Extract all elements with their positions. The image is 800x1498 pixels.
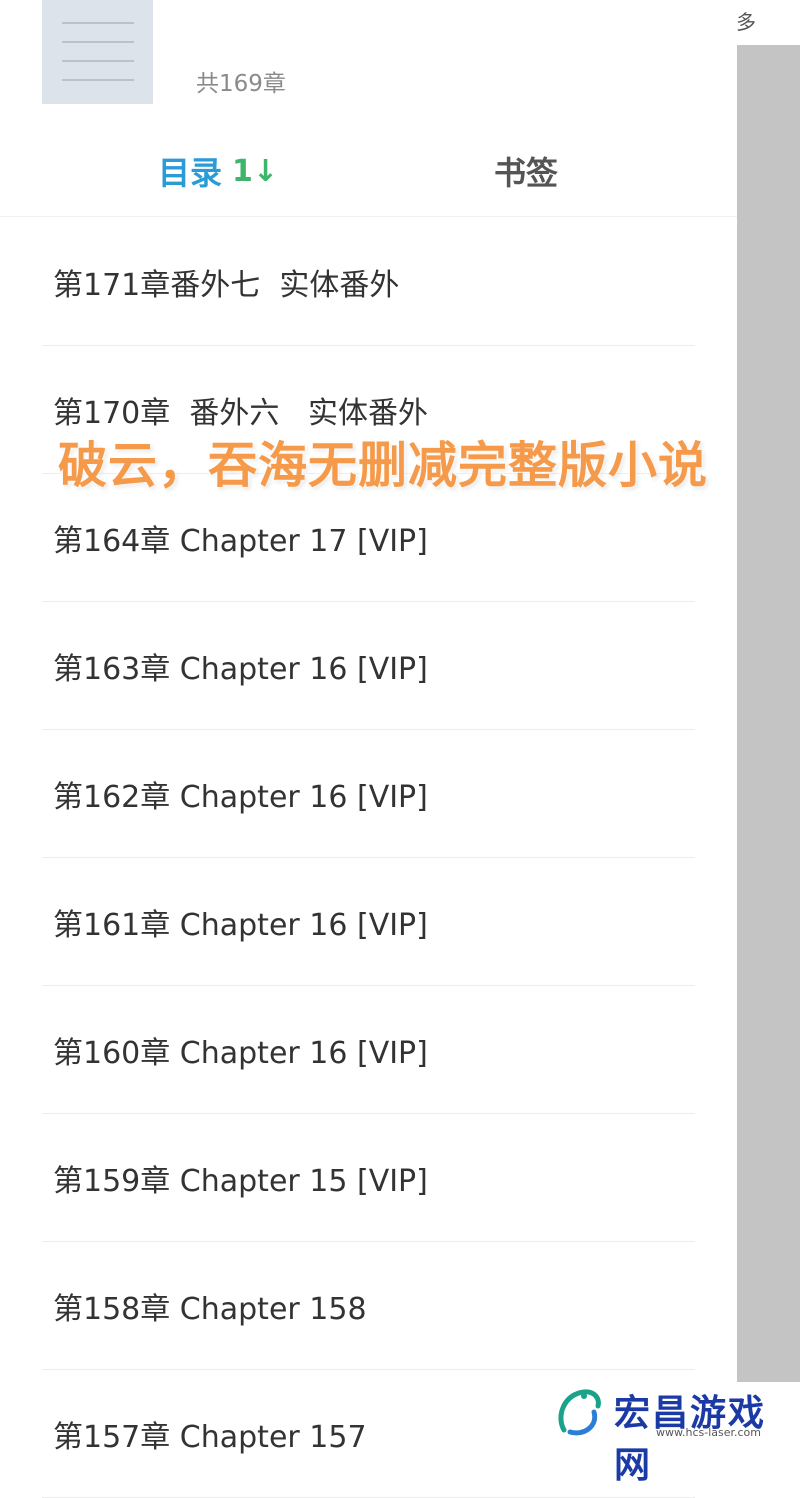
chapter-list: 第171章番外七 实体番外 第170章 番外六 实体番外 第164章 Chapt…	[0, 218, 737, 1498]
chapter-title: 第159章 Chapter 15 [VIP]	[53, 1163, 428, 1199]
cover-line	[62, 60, 134, 62]
tab-divider	[0, 216, 737, 217]
chapter-item[interactable]: 第161章 Chapter 16 [VIP]	[42, 858, 695, 986]
tab-toc-label: 目录	[158, 154, 223, 192]
cover-line	[62, 41, 134, 43]
chapter-title: 第157章 Chapter 157	[53, 1419, 367, 1455]
chapter-item[interactable]: 第171章番外七 实体番外	[42, 218, 695, 346]
chapter-title: 第170章 番外六 实体番外	[53, 395, 428, 431]
chapter-count: 共169章	[196, 71, 286, 97]
chapter-item[interactable]: 第163章 Chapter 16 [VIP]	[42, 602, 695, 730]
chapter-item[interactable]: 第160章 Chapter 16 [VIP]	[42, 986, 695, 1114]
chapter-title: 第163章 Chapter 16 [VIP]	[53, 651, 428, 687]
site-watermark: 宏昌游戏网 www.hcs-laser.com	[552, 1382, 800, 1486]
chapter-drawer: 共169章 目录 1↓ 书签 第171章番外七 实体番外 第170章 番外六 实…	[0, 0, 737, 1498]
chapter-title: 第171章番外七 实体番外	[53, 267, 400, 303]
cover-line	[62, 79, 134, 81]
background-reader-page[interactable]	[737, 45, 800, 1445]
overlay-headline: 破云，吞海无删减完整版小说	[58, 437, 709, 494]
sort-order-icon[interactable]: 1↓	[232, 154, 278, 189]
chapter-title: 第158章 Chapter 158	[53, 1291, 367, 1327]
chapter-title: 第160章 Chapter 16 [VIP]	[53, 1035, 428, 1071]
more-button[interactable]: 多	[736, 6, 756, 35]
dragon-logo-icon	[558, 1389, 601, 1436]
chapter-item[interactable]: 第162章 Chapter 16 [VIP]	[42, 730, 695, 858]
book-cover	[42, 0, 153, 104]
chapter-item[interactable]: 第159章 Chapter 15 [VIP]	[42, 1114, 695, 1242]
tab-table-of-contents[interactable]: 目录 1↓	[158, 148, 278, 194]
chapter-item[interactable]: 第158章 Chapter 158	[42, 1242, 695, 1370]
chapter-title: 第161章 Chapter 16 [VIP]	[53, 907, 428, 943]
chapter-title: 第162章 Chapter 16 [VIP]	[53, 779, 428, 815]
cover-line	[62, 22, 134, 24]
watermark-url: www.hcs-laser.com	[656, 1426, 761, 1439]
chapter-title: 第164章 Chapter 17 [VIP]	[53, 523, 428, 559]
tab-bookmarks-label: 书签	[494, 154, 559, 192]
tab-bookmarks[interactable]: 书签	[494, 148, 558, 194]
